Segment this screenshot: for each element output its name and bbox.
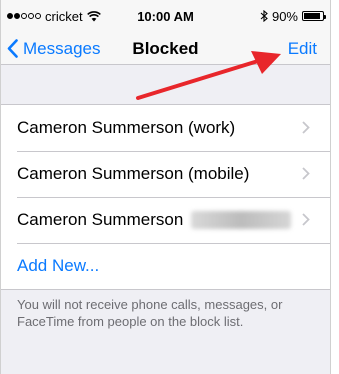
battery-level-fill bbox=[304, 13, 321, 19]
contact-name: Cameron Summerson bbox=[17, 210, 184, 229]
status-right: 90% bbox=[260, 8, 326, 24]
blocked-contact-row[interactable]: Cameron Summerson (mobile) bbox=[1, 151, 330, 197]
bluetooth-icon bbox=[260, 10, 268, 22]
battery-icon bbox=[302, 11, 326, 21]
redacted-phone-number bbox=[191, 211, 292, 229]
battery-percent: 90% bbox=[271, 8, 298, 24]
add-new-row[interactable]: Add New... bbox=[1, 243, 330, 289]
blocked-contact-row[interactable]: Cameron Summerson (work) bbox=[1, 105, 330, 151]
iphone-screen: cricket 10:00 AM 90% Messages Blocked Ed… bbox=[0, 0, 331, 374]
chevron-right-icon bbox=[302, 121, 310, 134]
contact-name: Cameron Summerson (mobile) bbox=[17, 164, 250, 183]
back-button[interactable]: Messages bbox=[7, 32, 100, 65]
status-bar: cricket 10:00 AM 90% bbox=[1, 0, 330, 32]
edit-button[interactable]: Edit bbox=[288, 32, 317, 65]
wifi-icon bbox=[86, 10, 101, 21]
navigation-bar: Messages Blocked Edit bbox=[1, 32, 330, 65]
carrier-name: cricket bbox=[45, 8, 83, 24]
status-left: cricket bbox=[7, 9, 101, 24]
chevron-right-icon bbox=[302, 213, 310, 226]
contact-name: Cameron Summerson (work) bbox=[17, 118, 236, 137]
back-button-label: Messages bbox=[23, 38, 101, 58]
chevron-left-icon bbox=[7, 39, 18, 58]
add-new-button[interactable]: Add New... bbox=[17, 256, 99, 276]
blocked-contact-row[interactable]: Cameron Summerson bbox=[1, 197, 330, 243]
blocked-list: Cameron Summerson (work) Cameron Summers… bbox=[1, 104, 330, 290]
block-list-footer-note: You will not receive phone calls, messag… bbox=[17, 297, 283, 329]
signal-strength-icon bbox=[7, 13, 41, 19]
chevron-right-icon bbox=[302, 167, 310, 180]
